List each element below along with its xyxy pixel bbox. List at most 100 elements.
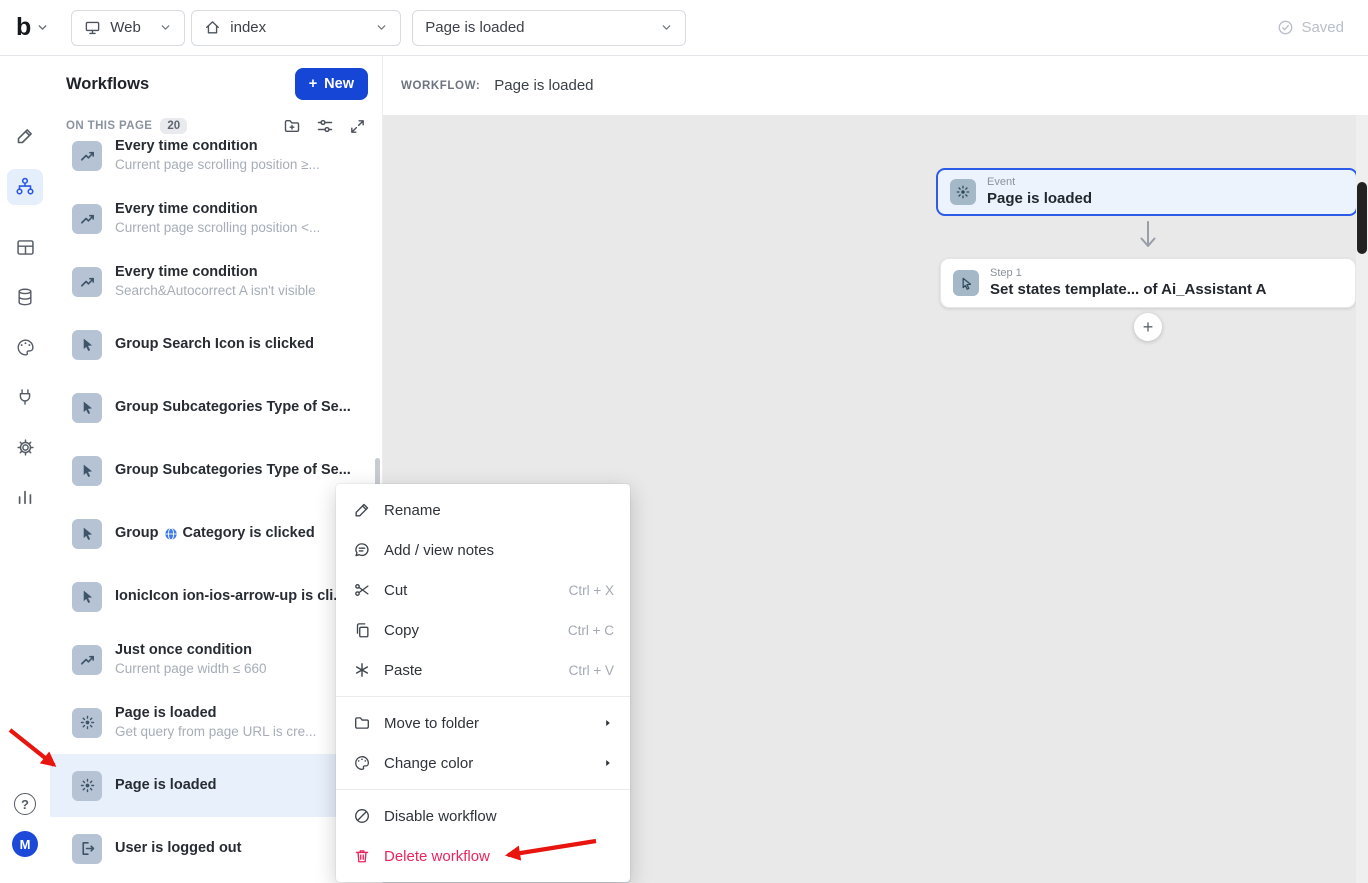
chevron-down-icon — [375, 21, 388, 34]
section-label: ON THIS PAGE — [66, 120, 152, 132]
workflow-count-badge: 20 — [160, 118, 187, 134]
workflow-list-item[interactable]: Every time condition Current page scroll… — [50, 187, 382, 250]
mode-dropdown[interactable]: Web — [71, 10, 185, 46]
rail-item-plugins[interactable] — [7, 379, 43, 415]
workflow-list-item[interactable]: Group Search Icon is clicked — [50, 313, 382, 376]
on-this-page-section: ON THIS PAGE 20 — [50, 112, 382, 140]
submenu-caret-icon — [602, 717, 614, 729]
workflow-subtitle: Search&Autocorrect A isn't visible — [115, 283, 316, 300]
new-workflow-button[interactable]: + New — [295, 68, 368, 100]
menu-item-change-color[interactable]: Change color — [336, 743, 630, 783]
save-status: Saved — [1277, 19, 1344, 36]
menu-item-add-view-notes[interactable]: Add / view notes — [336, 530, 630, 570]
page-dropdown-value: index — [230, 19, 266, 36]
rail-item-styles[interactable] — [7, 329, 43, 365]
trash-icon — [352, 847, 371, 865]
left-icon-rail: ? M — [0, 56, 50, 883]
condition-trend-icon — [72, 141, 102, 171]
workflow-context-menu: Rename Add / view notes Cut Ctrl + X Cop… — [336, 484, 630, 882]
flow-down-arrow-icon — [1136, 218, 1160, 254]
menu-item-rename[interactable]: Rename — [336, 490, 630, 530]
rail-item-layout[interactable] — [7, 229, 43, 265]
plus-icon: + — [309, 76, 317, 92]
rail-item-settings[interactable] — [7, 429, 43, 465]
top-bar: b Web index Page is loaded Saved — [0, 0, 1368, 56]
menu-item-cut[interactable]: Cut Ctrl + X — [336, 570, 630, 610]
app-logo-menu[interactable]: b — [16, 15, 49, 40]
help-button[interactable]: ? — [14, 793, 36, 815]
page-loaded-sun-icon — [72, 771, 102, 801]
folder-plus-icon[interactable] — [283, 117, 301, 135]
comment-icon — [352, 541, 371, 559]
workflow-title: Group Subcategories Type of Se... — [115, 461, 351, 479]
layout-icon — [15, 237, 36, 258]
workflow-list-item[interactable]: Just once condition Current page width ≤… — [50, 628, 382, 691]
database-icon — [15, 287, 35, 307]
globe-icon — [164, 527, 178, 541]
page-loaded-sun-icon — [950, 179, 976, 205]
workflow-list-item[interactable]: Group Category is clicked — [50, 502, 382, 565]
cursor-click-icon — [72, 582, 102, 612]
menu-item-delete-workflow[interactable]: Delete workflow — [336, 836, 630, 876]
palette-icon — [352, 754, 371, 772]
question-mark: ? — [21, 797, 29, 812]
workflow-subtitle: Current page scrolling position <... — [115, 220, 320, 237]
event-node[interactable]: Event Page is loaded — [936, 168, 1358, 216]
workflow-list-item[interactable]: Every time condition Search&Autocorrect … — [50, 250, 382, 313]
expand-icon[interactable] — [349, 118, 366, 135]
rail-item-logs[interactable] — [7, 479, 43, 515]
condition-trend-icon — [72, 204, 102, 234]
user-avatar[interactable]: M — [12, 831, 38, 857]
rail-item-data[interactable] — [7, 279, 43, 315]
rail-item-design[interactable] — [7, 118, 43, 154]
paste-asterisk-icon — [352, 661, 371, 679]
menu-item-disable-workflow[interactable]: Disable workflow — [336, 796, 630, 836]
menu-item-label: Change color — [384, 755, 473, 772]
bubble-logo: b — [16, 15, 31, 40]
workflow-list-item[interactable]: Every time condition Current page scroll… — [50, 140, 382, 187]
page-dropdown[interactable]: index — [191, 10, 401, 46]
workflow-subtitle: Get query from page URL is cre... — [115, 724, 316, 741]
workflow-subtitle: Current page width ≤ 660 — [115, 661, 267, 678]
workflow-title: Every time condition — [115, 140, 320, 155]
menu-item-label: Copy — [384, 622, 419, 639]
workflow-title: Every time condition — [115, 200, 320, 218]
menu-item-label: Rename — [384, 502, 441, 519]
panel-title: Workflows — [66, 75, 149, 94]
menu-item-paste[interactable]: Paste Ctrl + V — [336, 650, 630, 690]
cursor-click-icon — [953, 270, 979, 296]
workflow-title-suffix: Category is clicked — [183, 524, 315, 542]
workflow-dropdown[interactable]: Page is loaded — [412, 10, 686, 46]
cursor-click-icon — [72, 330, 102, 360]
menu-item-move-to-folder[interactable]: Move to folder — [336, 703, 630, 743]
menu-item-copy[interactable]: Copy Ctrl + C — [336, 610, 630, 650]
menu-item-label: Paste — [384, 662, 422, 679]
menu-item-label: Delete workflow — [384, 848, 490, 865]
workflow-list-item[interactable]: Page is loaded Get query from page URL i… — [50, 691, 382, 754]
canvas-scrollbar-thumb[interactable] — [1357, 182, 1367, 254]
filter-sliders-icon[interactable] — [316, 117, 334, 135]
workflow-list-item[interactable]: Group Subcategories Type of Se... — [50, 376, 382, 439]
cursor-click-icon — [72, 456, 102, 486]
menu-shortcut: Ctrl + V — [569, 663, 614, 678]
canvas-scrollbar-track[interactable] — [1356, 115, 1368, 883]
submenu-caret-icon — [602, 757, 614, 769]
cursor-click-icon — [72, 393, 102, 423]
chevron-down-icon — [159, 21, 172, 34]
check-circle-icon — [1277, 19, 1294, 36]
gear-icon — [15, 437, 36, 458]
workflow-list: Every time condition Current page scroll… — [50, 140, 382, 883]
workflow-list-item-selected[interactable]: Page is loaded — [50, 754, 382, 817]
scissors-icon — [352, 581, 371, 599]
menu-item-label: Cut — [384, 582, 407, 599]
rail-item-workflow[interactable] — [7, 169, 43, 205]
workflow-title: Group Subcategories Type of Se... — [115, 398, 351, 416]
workflows-panel-header: Workflows + New — [50, 56, 382, 112]
workflow-list-item[interactable]: User is logged out — [50, 817, 382, 880]
chevron-down-icon — [36, 21, 49, 34]
step-node[interactable]: Step 1 Set states template... of Ai_Assi… — [940, 258, 1356, 308]
workflow-list-item[interactable]: IonicIcon ion-ios-arrow-up is cli... — [50, 565, 382, 628]
workflow-list-item[interactable]: Group Subcategories Type of Se... — [50, 439, 382, 502]
add-step-button[interactable]: + — [1134, 313, 1162, 341]
menu-item-label: Move to folder — [384, 715, 479, 732]
